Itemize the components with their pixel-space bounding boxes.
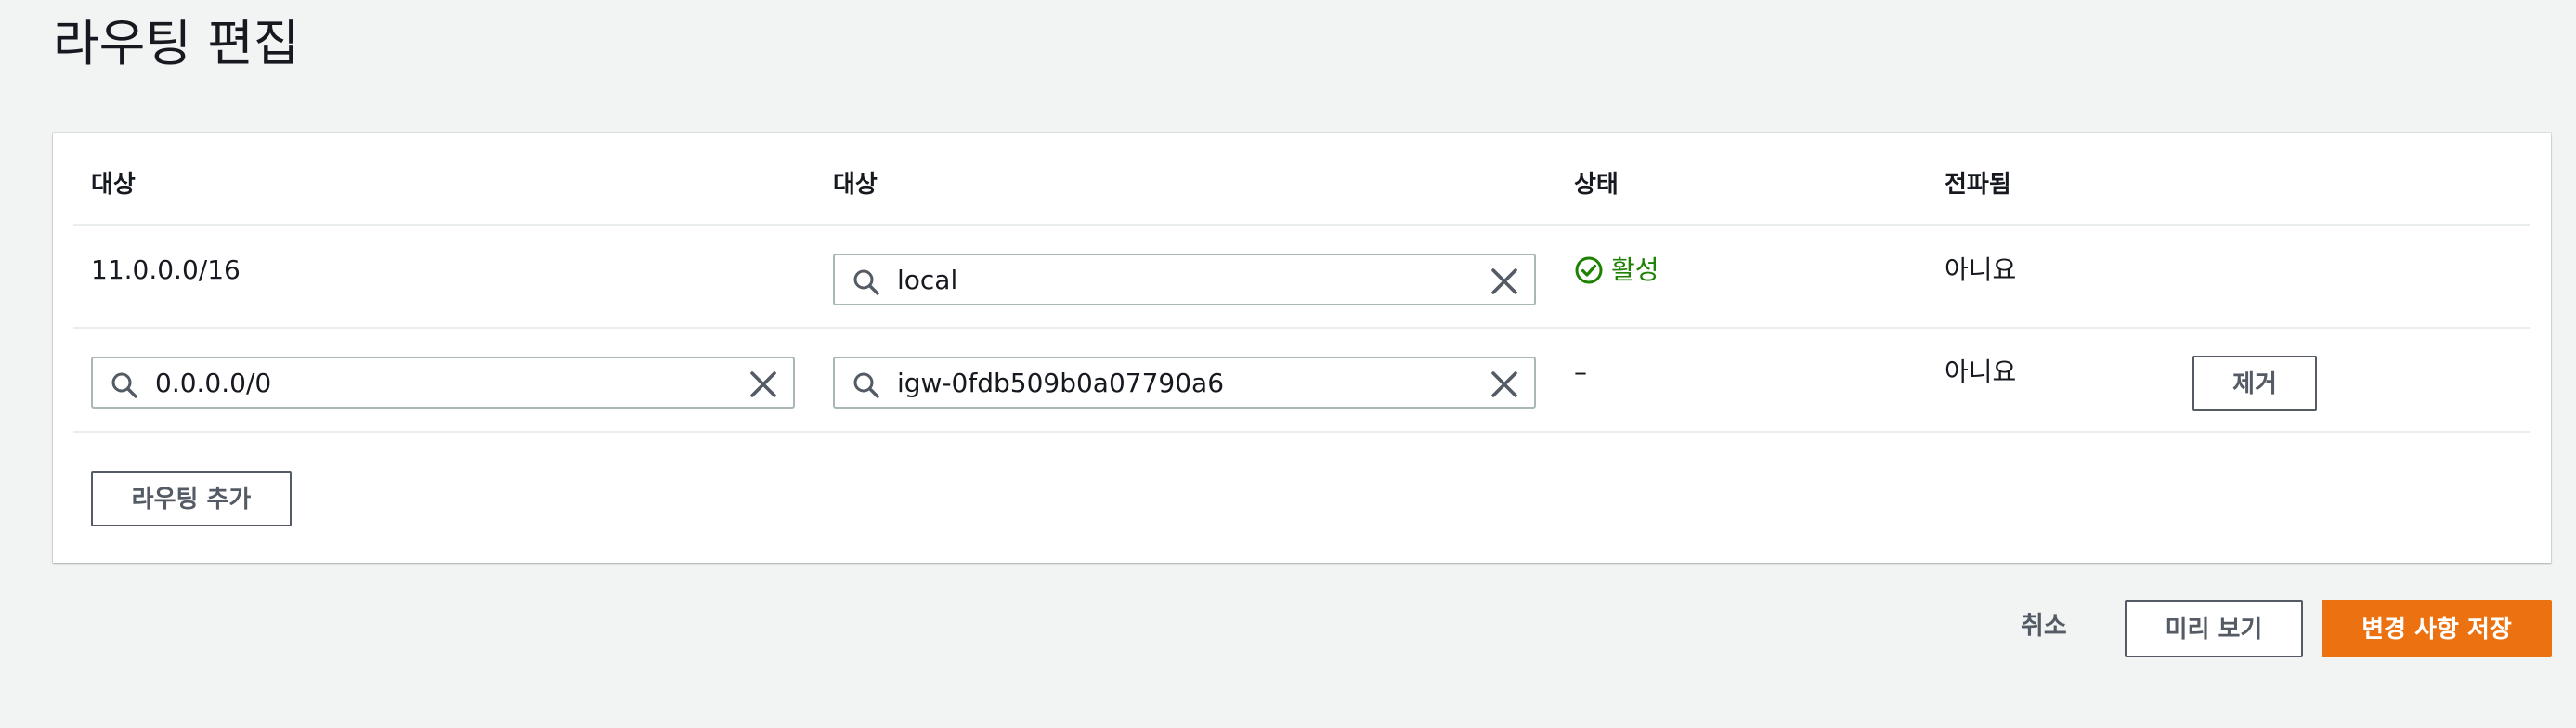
target-value: local [897, 265, 958, 295]
header-destination: 대상 [91, 171, 136, 199]
header-status: 상태 [1574, 171, 1619, 199]
close-icon[interactable] [1490, 266, 1519, 296]
add-route-button[interactable]: 라우팅 추가 [91, 471, 292, 526]
search-icon [111, 372, 137, 398]
target-field[interactable]: igw-0fdb509b0a07790a6 [833, 357, 1536, 409]
divider [73, 327, 2530, 329]
divider [73, 224, 2530, 226]
close-icon[interactable] [748, 370, 778, 399]
remove-button[interactable]: 제거 [2192, 356, 2317, 411]
check-circle-icon [1575, 256, 1603, 284]
destination-value: 0.0.0.0/0 [155, 368, 272, 398]
page-title: 라우팅 편집 [53, 14, 300, 72]
target-value: igw-0fdb509b0a07790a6 [897, 368, 1225, 398]
route-destination-text: 11.0.0.0/16 [91, 254, 241, 285]
search-icon [853, 269, 879, 295]
status-badge: 활성 [1574, 252, 1659, 289]
propagated-text: 아니요 [1945, 254, 2017, 285]
header-target: 대상 [833, 171, 878, 199]
header-propagated: 전파됨 [1945, 171, 2011, 199]
cancel-button[interactable]: 취소 [2021, 608, 2067, 645]
status-empty: – [1574, 357, 1587, 387]
save-changes-button[interactable]: 변경 사항 저장 [2322, 600, 2552, 657]
divider [73, 431, 2530, 433]
status-text: 활성 [1611, 254, 1659, 285]
search-icon [853, 372, 879, 398]
destination-field[interactable]: 0.0.0.0/0 [91, 357, 795, 409]
preview-button[interactable]: 미리 보기 [2125, 600, 2303, 657]
close-icon[interactable] [1490, 370, 1519, 399]
routes-panel: 대상 대상 상태 전파됨 11.0.0.0/16 local 활성 아니요 0.… [53, 133, 2551, 563]
propagated-text: 아니요 [1945, 357, 2017, 387]
target-field[interactable]: local [833, 254, 1536, 306]
